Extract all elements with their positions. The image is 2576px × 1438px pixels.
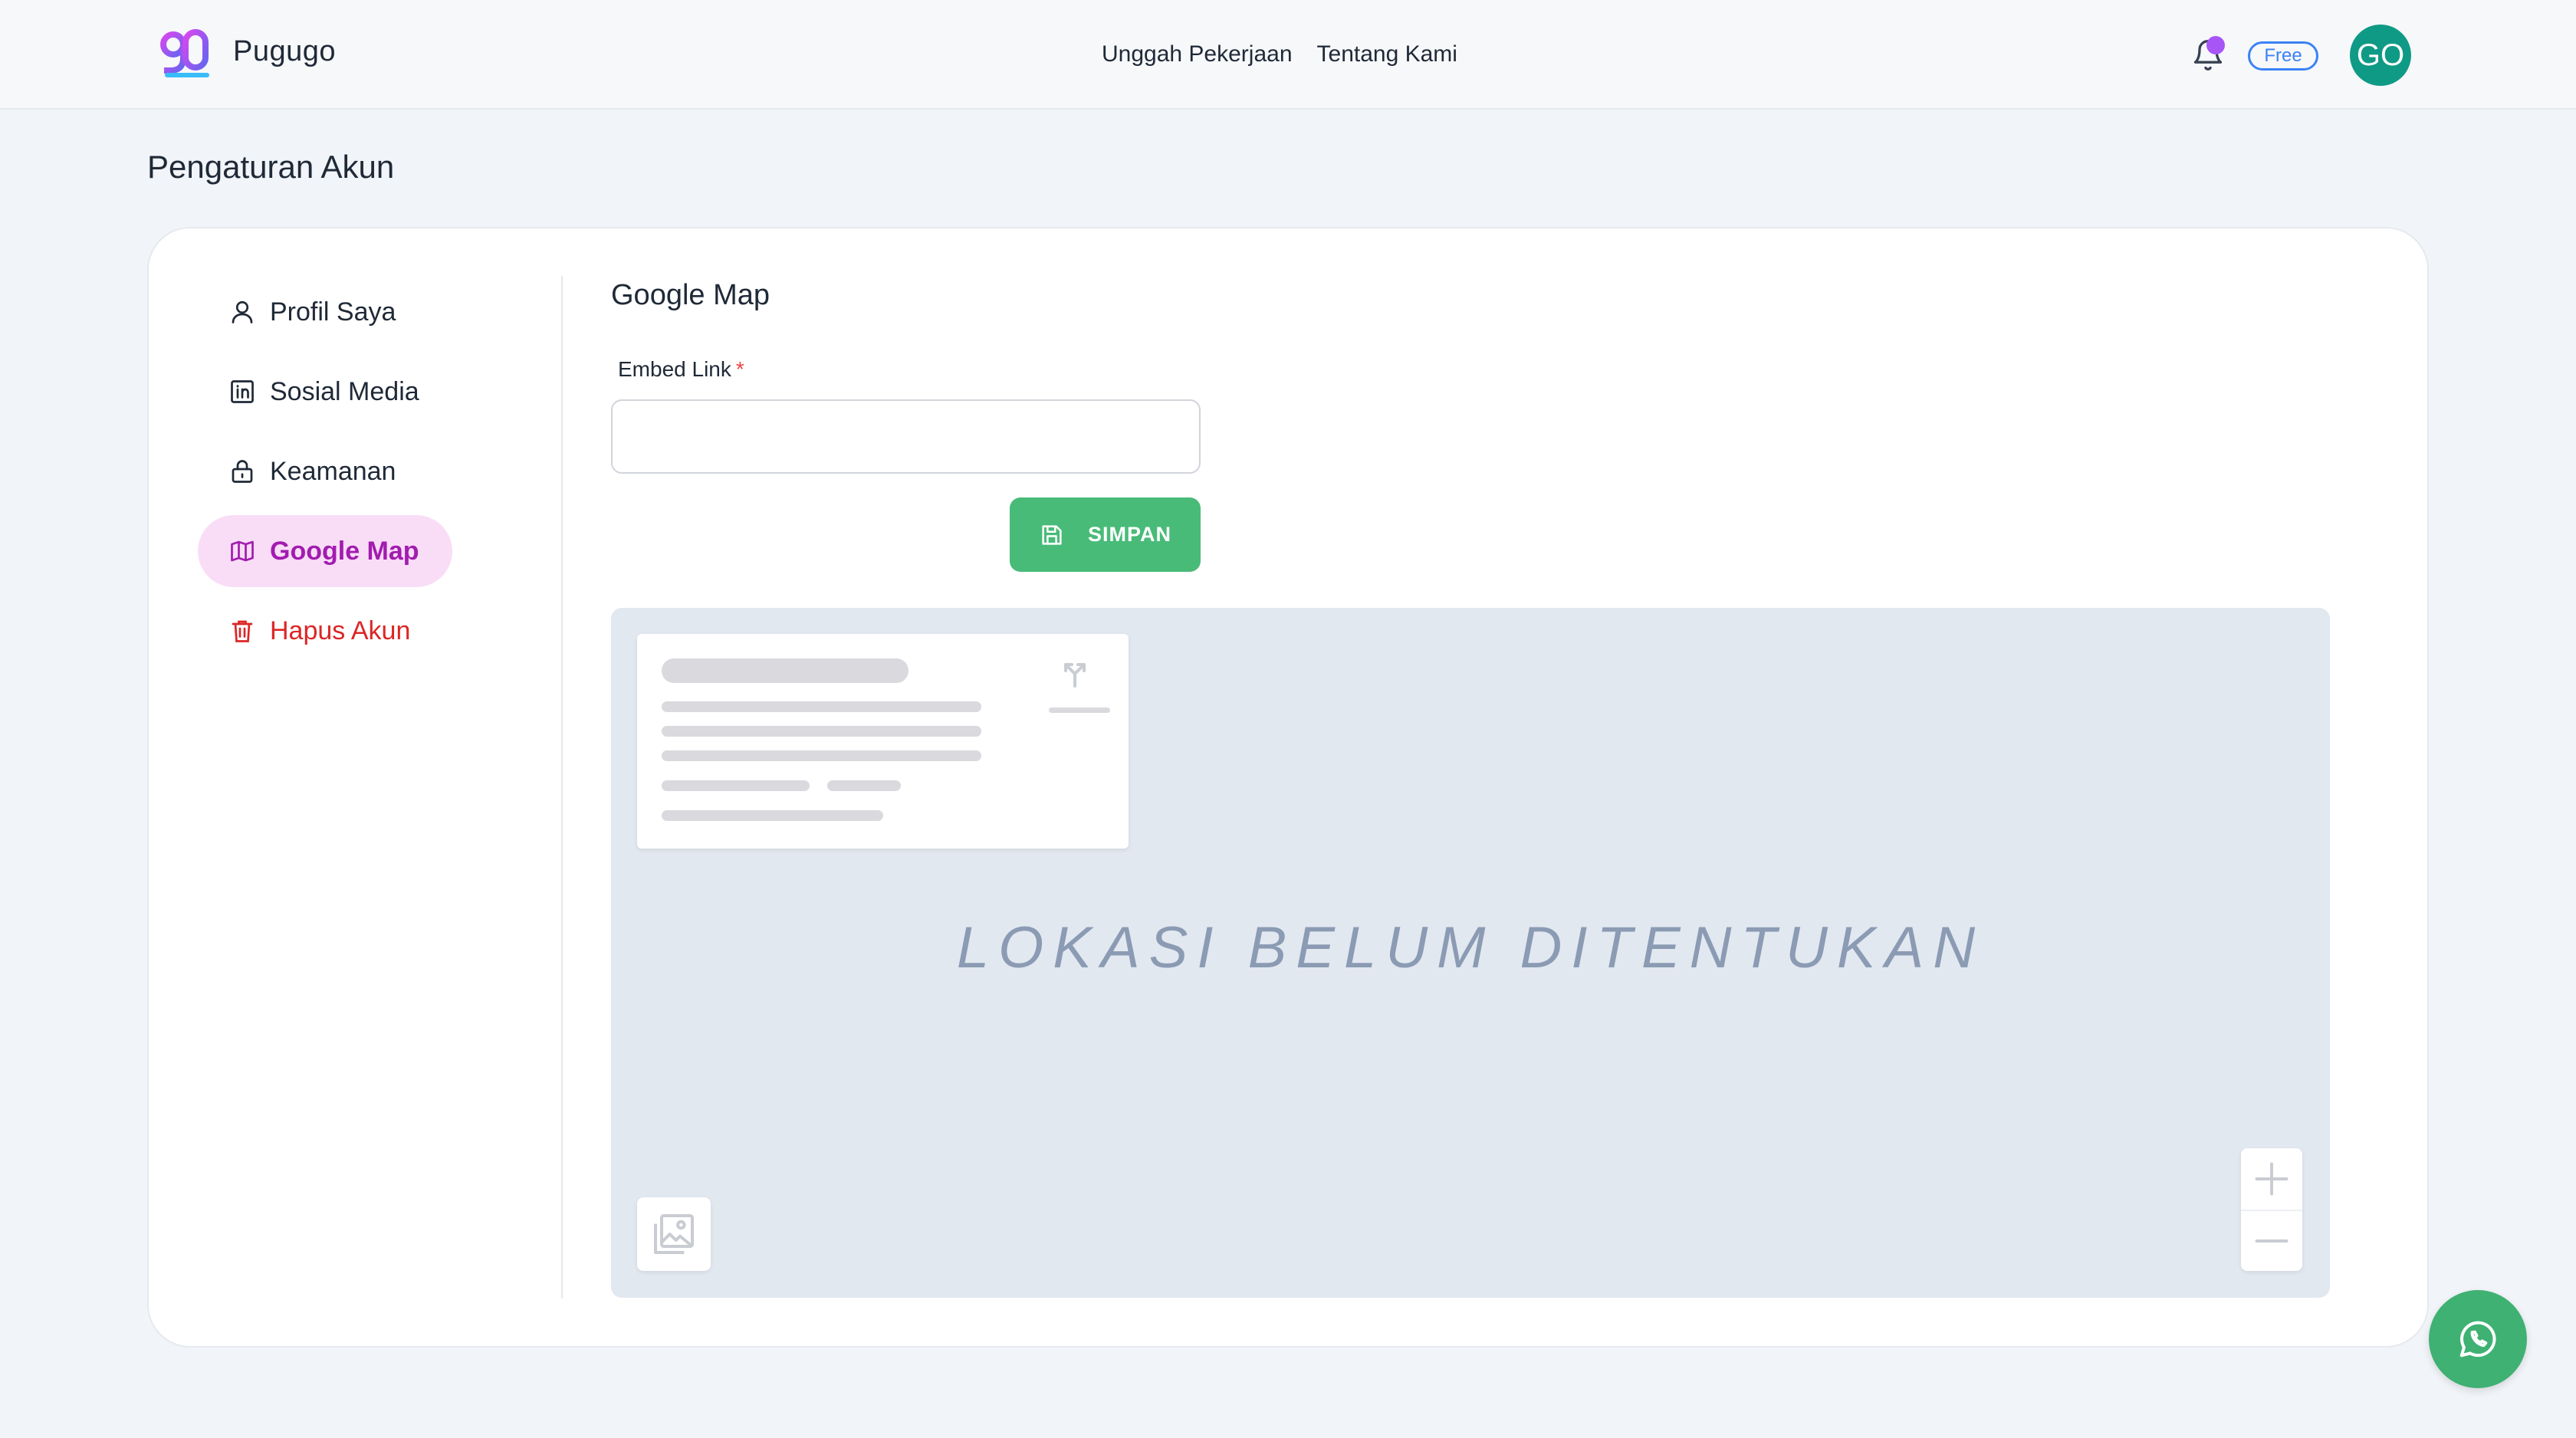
user-icon	[232, 300, 253, 323]
embed-link-label: Embed Link *	[618, 357, 744, 382]
map-preview[interactable]: LOKASI BELUM DITENTUKAN	[611, 608, 2330, 1298]
required-mark: *	[735, 357, 744, 381]
skeleton-line	[662, 750, 981, 761]
sidebar-item-keamanan[interactable]: Keamanan	[198, 435, 458, 507]
linkedin-icon	[231, 380, 254, 403]
map-info-card	[637, 634, 1129, 849]
notification-dot	[2206, 36, 2225, 54]
nav-unggah-pekerjaan[interactable]: Unggah Pekerjaan	[1102, 41, 1293, 67]
minus-icon	[2255, 1239, 2288, 1243]
sidebar-item-label: Hapus Akun	[270, 616, 411, 645]
pugugo-logo[interactable]	[156, 28, 210, 81]
map-placeholder-text: LOKASI BELUM DITENTUKAN	[956, 915, 1985, 980]
sidebar-item-label: Keamanan	[270, 456, 396, 486]
main-nav: Unggah Pekerjaan Tentang Kami	[1102, 41, 1457, 67]
trash-icon	[232, 620, 253, 642]
sidebar-item-label: Sosial Media	[270, 376, 419, 406]
skeleton-line	[827, 780, 901, 791]
avatar[interactable]: GO	[2350, 25, 2411, 86]
sidebar-item-label: Profil Saya	[270, 297, 396, 327]
skeleton-line	[662, 780, 810, 791]
skeleton-line	[662, 658, 909, 683]
save-button[interactable]: SIMPAN	[1010, 497, 1201, 572]
top-header: Pugugo Unggah Pekerjaan Tentang Kami Fre…	[0, 0, 2576, 110]
lock-icon	[232, 460, 253, 483]
page-title: Pengaturan Akun	[147, 149, 395, 185]
sidebar-item-label: Google Map	[270, 536, 419, 566]
sidebar-item-hapus-akun[interactable]: Hapus Akun	[198, 595, 458, 667]
plan-badge: Free	[2248, 41, 2318, 71]
sidebar-item-sosial-media[interactable]: Sosial Media	[198, 356, 458, 428]
sidebar-divider	[561, 276, 563, 1298]
embed-link-input[interactable]	[611, 399, 1201, 474]
image-icon	[654, 1214, 694, 1254]
directions-icon	[1064, 663, 1086, 688]
skeleton-line	[1049, 708, 1110, 713]
sidebar-item-profil-saya[interactable]: Profil Saya	[198, 276, 458, 348]
whatsapp-button[interactable]	[2429, 1290, 2527, 1388]
zoom-in-button[interactable]	[2241, 1148, 2302, 1210]
skeleton-line	[662, 726, 981, 737]
sidebar-item-google-map[interactable]: Google Map	[198, 515, 452, 587]
plus-icon	[2255, 1162, 2288, 1196]
section-title: Google Map	[611, 279, 770, 311]
save-icon	[1042, 524, 1062, 545]
skeleton-line	[662, 810, 883, 821]
nav-tentang-kami[interactable]: Tentang Kami	[1317, 41, 1457, 67]
settings-sidebar: Profil Saya Sosial Media Keamanan Google…	[198, 276, 458, 675]
map-icon	[231, 540, 254, 562]
save-button-label: SIMPAN	[1088, 523, 1172, 546]
embed-link-label-text: Embed Link	[618, 357, 731, 381]
map-thumbnail[interactable]	[637, 1197, 711, 1271]
whatsapp-icon	[2459, 1321, 2496, 1358]
zoom-controls	[2241, 1148, 2302, 1271]
brand-name[interactable]: Pugugo	[233, 35, 336, 68]
zoom-out-button[interactable]	[2241, 1210, 2302, 1271]
skeleton-line	[662, 701, 981, 712]
